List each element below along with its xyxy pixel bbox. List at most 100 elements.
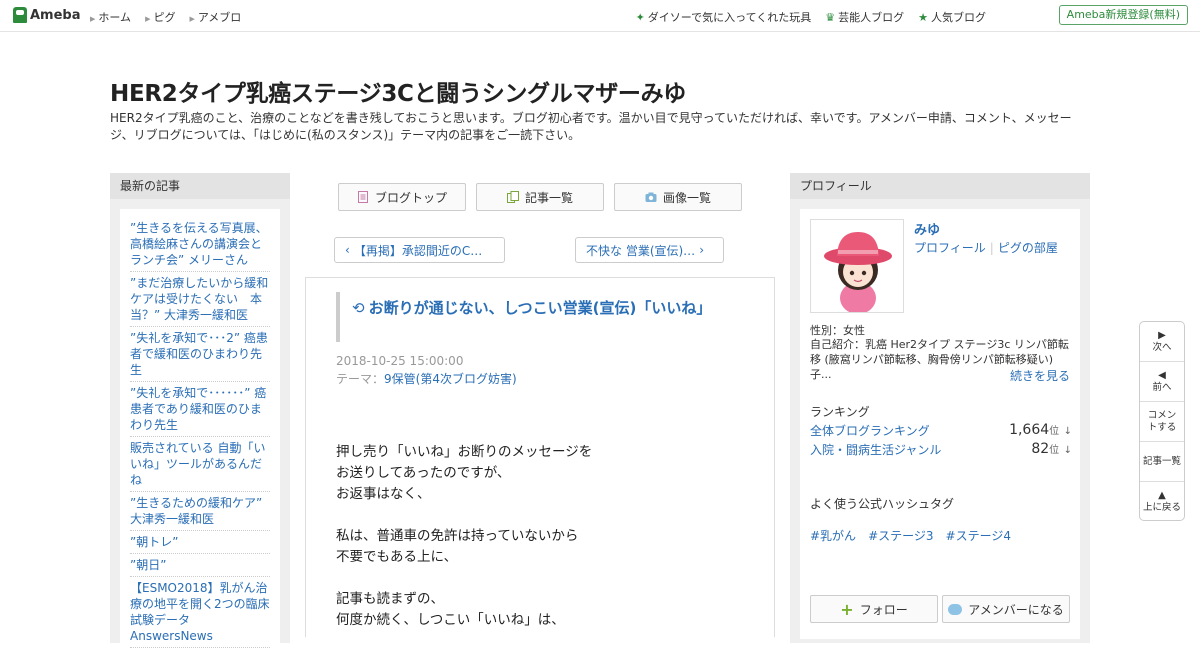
header-right-links: ✦ ダイソーで気に入ってくれた玩具 ♛ 芸能人ブログ ★ 人気ブログ	[636, 9, 986, 25]
blog-title[interactable]: HER2タイプ乳癌ステージ3Cと闘うシングルマザーみゆ	[110, 74, 686, 108]
article: ⟲ お断りが通じない、しつこい営業(宣伝)「いいね」 2018-10-25 15:…	[305, 277, 775, 637]
profile-link[interactable]: プロフィール	[914, 241, 986, 255]
link-daiso[interactable]: ✦ ダイソーで気に入ってくれた玩具	[636, 9, 812, 25]
body-line: 押し売り「いいね」お断りのメッセージを	[336, 444, 593, 460]
triangle-left-icon: ◀	[1158, 369, 1166, 381]
avatar-image	[811, 220, 903, 312]
article-theme: テーマ：9保管(第4次ブログ妨害)	[336, 370, 517, 387]
recent-article-item[interactable]: ”まだ治療したいから緩和ケアは受けたくない 本当？” 大津秀一緩和医	[130, 272, 270, 327]
hashtag-link[interactable]: #ステージ4	[946, 527, 1011, 544]
ranking-value: 82位 ↓	[1031, 441, 1072, 457]
floating-nav: ▶ 次へ ◀ 前へ コメントする 記事一覧 ▲ 上に戻る	[1139, 321, 1185, 521]
read-more-link[interactable]: 続きを見る	[1010, 367, 1070, 384]
body-line: お送りしてあったのですが、	[336, 465, 511, 481]
separator: |	[989, 241, 994, 255]
nav-ameblo[interactable]: ▶ アメブロ	[189, 9, 241, 25]
profile-gender: 性別：女性	[810, 324, 865, 337]
body-line: お返事はなく、	[336, 486, 431, 502]
body-line: 何度か続く、しつこい「いいね」は、	[336, 612, 565, 628]
triangle-right-icon: ▶	[1158, 329, 1166, 341]
ranking-heading: ランキング	[810, 405, 870, 419]
amember-label: アメンバーになる	[968, 602, 1064, 617]
crown-icon: ♛	[825, 11, 836, 24]
theme-link[interactable]: 9保管(第4次ブログ妨害)	[384, 372, 517, 386]
body-line	[336, 568, 746, 589]
profile-name[interactable]: みゆ	[914, 219, 940, 238]
global-header: Ameba ▶ ホーム ▶ ピグ ▶ アメブロ ✦ ダイソーで気に入ってくれた玩具 ♛ 芸…	[0, 0, 1200, 32]
hashtag-list: #乳がん #ステージ3 #ステージ4	[810, 527, 1011, 544]
body-line: 記事も読まずの、	[336, 591, 444, 607]
copy-icon	[506, 191, 519, 203]
header-nav: ▶ ホーム ▶ ピグ ▶ アメブロ	[90, 9, 241, 25]
plus-icon: +	[840, 599, 854, 619]
article-body: 押し売り「いいね」お断りのメッセージを お送りしてあったのですが、 お返事はなく…	[336, 442, 746, 631]
hashtag-link[interactable]: #乳がん	[810, 527, 856, 544]
chevron-left-icon: ‹	[345, 243, 350, 257]
logo-text: Ameba	[30, 7, 81, 23]
amember-icon	[948, 603, 963, 615]
recent-article-item[interactable]: ”生きるを伝える写真展、高橋絵麻さんの講演会とランチ会” メリーさん	[130, 217, 270, 272]
recent-articles-list: ”生きるを伝える写真展、高橋絵麻さんの講演会とランチ会” メリーさん ”まだ治療…	[120, 209, 280, 648]
article-list-float-button[interactable]: 記事一覧	[1140, 442, 1184, 482]
recent-article-item[interactable]: ”朝トレ”	[130, 531, 270, 554]
blog-top-label: ブログトップ	[374, 190, 447, 205]
triangle-right-icon: ▶	[90, 15, 96, 23]
link-celebrity-blog[interactable]: ♛ 芸能人ブログ	[825, 9, 904, 25]
nav-home[interactable]: ▶ ホーム	[90, 9, 131, 25]
arrow-down-icon: ↓	[1063, 426, 1072, 437]
article-list-label: 記事一覧	[524, 190, 573, 205]
follow-button[interactable]: + フォロー	[810, 595, 938, 623]
article-date: 2018-10-25 15:00:00	[336, 354, 464, 368]
amember-button[interactable]: アメンバーになる	[942, 595, 1070, 623]
back-to-top-label: 上に戻る	[1142, 502, 1181, 513]
follow-label: フォロー	[859, 602, 908, 617]
body-line: 不要でもある上に、	[336, 549, 458, 565]
comment-button[interactable]: コメントする	[1140, 402, 1184, 442]
chevron-right-icon: ›	[699, 243, 704, 257]
body-line: 私は、普通車の免許は持っていないから	[336, 528, 579, 544]
document-icon	[357, 191, 368, 203]
sparkle-icon: ✦	[635, 11, 645, 24]
recent-article-item[interactable]: ”生きるための緩和ケア” 大津秀一緩和医	[130, 492, 270, 531]
next-article-label: 不快な 営業(宣伝)…	[586, 243, 696, 258]
back-to-top-button[interactable]: ▲ 上に戻る	[1140, 482, 1184, 522]
recent-article-item[interactable]: 販売されている 自動「いいね」ツールがあるんだね	[130, 437, 270, 492]
ranking-label[interactable]: 全体ブログランキング	[810, 422, 930, 439]
comment-label: コメントする	[1147, 409, 1177, 433]
next-button[interactable]: ▶ 次へ	[1140, 322, 1184, 362]
recent-article-item[interactable]: 【ESMO2018】乳がん治療の地平を開く2つの臨床試験データAnswersNe…	[130, 577, 270, 648]
hashtag-link[interactable]: #ステージ3	[868, 527, 933, 544]
ranking-label[interactable]: 入院・闘病生活ジャンル	[810, 441, 941, 458]
triangle-right-icon: ▶	[145, 15, 151, 23]
nav-pig[interactable]: ▶ ピグ	[145, 9, 175, 25]
prev-label: 前へ	[1152, 381, 1172, 393]
article-list-button[interactable]: 記事一覧	[476, 183, 604, 211]
reblog-icon: ⟲	[352, 299, 365, 317]
recent-article-item[interactable]: ”失礼を承知で･･････” 癌患者であり緩和医のひまわり先生	[130, 382, 270, 437]
star-icon: ★	[918, 11, 928, 24]
arrow-down-icon: ↓	[1063, 445, 1072, 456]
next-article-link[interactable]: 不快な 営業(宣伝)… ›	[575, 237, 724, 263]
profile-links: プロフィール | ピグの部屋	[914, 239, 1058, 256]
article-list-float-label: 記事一覧	[1142, 455, 1181, 467]
article-title[interactable]: ⟲ お断りが通じない、しつこい営業(宣伝)「いいね」	[336, 292, 736, 342]
triangle-right-icon: ▶	[189, 15, 195, 23]
recent-article-item[interactable]: ”朝日”	[130, 554, 270, 577]
blog-description: HER2タイプ乳癌のこと、治療のことなどを書き残しておこうと思います。ブログ初心…	[110, 111, 1072, 142]
register-button[interactable]: Ameba新規登録(無料)	[1058, 5, 1188, 25]
body-line	[336, 505, 746, 526]
link-popular-blog[interactable]: ★ 人気ブログ	[918, 9, 986, 25]
triangle-up-icon: ▲	[1158, 490, 1166, 501]
recent-article-item[interactable]: ”失礼を承知で･･･2” 癌患者で緩和医のひまわり先生	[130, 327, 270, 382]
pig-room-link[interactable]: ピグの部屋	[998, 241, 1058, 255]
right-sidebar: プロフィール みゆ プロフィール | ピグの部屋 性別：女性 自己紹介：乳癌 Her…	[790, 173, 1090, 643]
image-list-button[interactable]: 画像一覧	[614, 183, 742, 211]
blog-top-button[interactable]: ブログトップ	[338, 183, 466, 211]
avatar[interactable]	[810, 219, 904, 313]
theme-prefix: テーマ：	[336, 372, 385, 386]
left-sidebar: 最新の記事 ”生きるを伝える写真展、高橋絵麻さんの講演会とランチ会” メリーさん…	[110, 173, 290, 648]
prev-button[interactable]: ◀ 前へ	[1140, 362, 1184, 402]
ameba-logo[interactable]: Ameba	[13, 7, 81, 23]
prev-article-link[interactable]: ‹ 【再掲】承認間近のC…	[334, 237, 505, 263]
profile-heading: プロフィール	[790, 173, 1090, 199]
